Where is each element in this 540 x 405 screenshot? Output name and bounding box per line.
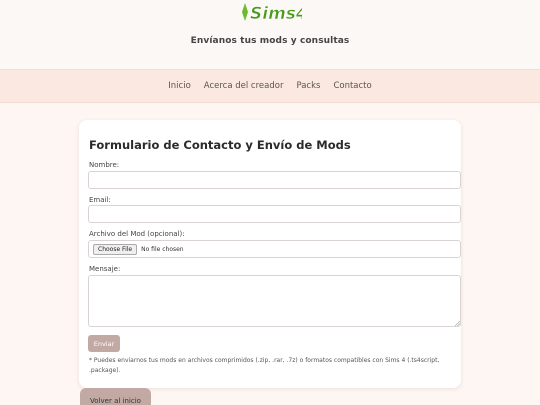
name-input[interactable] [88,171,461,189]
message-textarea[interactable] [88,275,461,327]
file-input[interactable]: Choose File No file chosen [88,240,461,258]
form-title: Formulario de Contacto y Envío de Mods [89,138,351,152]
plumbob-logo-icon: Sims4 [242,3,302,24]
file-label: Archivo del Mod (opcional): [89,230,185,238]
file-format-note: * Puedes enviarnos tus mods en archivos … [89,357,440,374]
email-input[interactable] [88,205,461,223]
message-label: Mensaje: [89,265,121,273]
site-header: Sims4 Envíanos tus mods y consultas [0,0,540,70]
resize-grip-icon[interactable] [455,321,460,326]
nav-item-inicio[interactable]: Inicio [168,81,191,91]
back-home-button[interactable]: Volver al inicio [80,388,151,405]
tagline: Envíanos tus mods y consultas [190,36,350,46]
main-nav: Inicio Acerca del creador Packs Contacto [0,69,540,103]
sims-logo[interactable]: Sims4 [238,0,302,24]
file-status: No file chosen [141,245,184,253]
nav-item-contacto[interactable]: Contacto [333,81,371,91]
choose-file-button[interactable]: Choose File [93,243,138,255]
svg-text:Sims4: Sims4 [250,4,302,24]
name-label: Nombre: [89,161,120,169]
email-label: Email: [89,196,111,204]
nav-item-packs[interactable]: Packs [296,81,320,91]
nav-item-acerca[interactable]: Acerca del creador [204,81,284,91]
submit-button[interactable]: Enviar [88,335,120,352]
